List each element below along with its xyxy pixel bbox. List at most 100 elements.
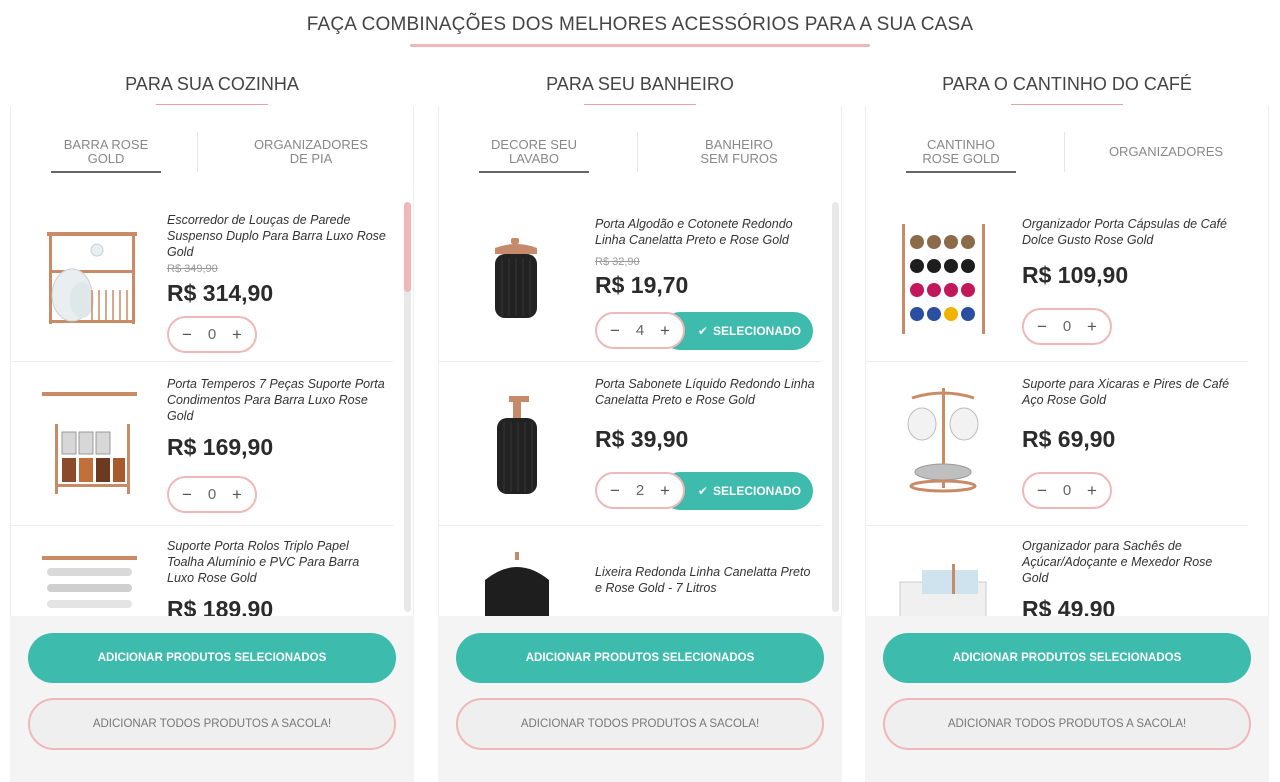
dish-rack-image: [47, 232, 137, 324]
tab-label: BANHEIRO SEM FUROS: [700, 137, 778, 166]
paper-roll-holder-image: [42, 556, 137, 608]
product-price: R$ 189,90: [167, 596, 274, 616]
sachet-organizer-image: [899, 564, 987, 616]
tab-decore-seu-lavabo[interactable]: DECORE SEU LAVABO: [439, 138, 629, 182]
product-price: R$ 49,90: [1022, 596, 1116, 616]
add-selected-button[interactable]: ADICIONAR PRODUTOS SELECIONADOS: [883, 633, 1251, 683]
product-price: R$ 314,90: [167, 280, 274, 306]
tab-organizadores-de-pia[interactable]: ORGANIZADORES DE PIA: [211, 138, 411, 182]
product-list[interactable]: Escorredor de Louças de Parede Suspenso …: [10, 198, 414, 616]
add-all-button[interactable]: ADICIONAR TODOS PRODUTOS A SACOLA!: [28, 698, 396, 750]
check-icon: ✔: [697, 484, 708, 498]
product-name[interactable]: Porta Algodão e Cotonete Redondo Linha C…: [595, 216, 815, 248]
product-name[interactable]: Organizador Porta Cápsulas de Café Dolce…: [1022, 216, 1242, 248]
plus-icon[interactable]: +: [229, 485, 245, 505]
column-title: PARA O CANTINHO DO CAFÉ: [942, 74, 1192, 94]
list-scrollbar[interactable]: [404, 202, 411, 612]
plus-icon[interactable]: +: [657, 321, 673, 341]
product-list[interactable]: Organizador Porta Cápsulas de Café Dolce…: [865, 198, 1269, 616]
product-price: R$ 109,90: [1022, 262, 1129, 288]
column-title: PARA SEU BANHEIRO: [546, 74, 734, 94]
quantity-value[interactable]: 2: [636, 482, 644, 499]
check-icon: ✔: [697, 324, 708, 338]
quantity-value[interactable]: 0: [1063, 318, 1071, 335]
column-title-underline: [156, 104, 268, 105]
column-cafe: PARA O CANTINHO DO CAFÉ CANTINHO ROSE GO…: [865, 74, 1269, 782]
old-price: R$ 349,90: [167, 263, 218, 275]
list-scrollbar[interactable]: [832, 202, 839, 612]
minus-icon[interactable]: −: [1034, 317, 1050, 337]
tab-bar: BARRA ROSE GOLD ORGANIZADORES DE PIA: [10, 106, 414, 198]
product-price: R$ 169,90: [167, 434, 274, 460]
column-panel: CANTINHO ROSE GOLD ORGANIZADORES Organiz…: [865, 106, 1269, 782]
scrollbar-thumb[interactable]: [832, 202, 839, 462]
cup-holder-image: [907, 388, 979, 493]
quantity-stepper: − 0 +: [1022, 472, 1112, 509]
list-item: Porta Algodão e Cotonete Redondo Linha C…: [439, 198, 821, 362]
plus-icon[interactable]: +: [1084, 317, 1100, 337]
tab-label: ORGANIZADORES: [1108, 144, 1224, 159]
add-selected-button[interactable]: ADICIONAR PRODUTOS SELECIONADOS: [456, 633, 824, 683]
plus-icon[interactable]: +: [657, 481, 673, 501]
column-title-underline: [1011, 104, 1123, 105]
trash-bin-image: [485, 552, 549, 616]
column-footer: ADICIONAR PRODUTOS SELECIONADOS ADICIONA…: [10, 616, 414, 782]
list-item: Organizador Porta Cápsulas de Café Dolce…: [866, 198, 1248, 362]
tab-label: ORGANIZADORES DE PIA: [253, 137, 369, 166]
tab-banheiro-sem-furos[interactable]: BANHEIRO SEM FUROS: [639, 138, 839, 182]
tab-organizadores[interactable]: ORGANIZADORES: [1066, 145, 1266, 189]
quantity-stepper: − 0 +: [167, 316, 257, 353]
tab-cantinho-rose-gold[interactable]: CANTINHO ROSE GOLD: [866, 138, 1056, 182]
tab-divider: [197, 132, 198, 172]
selected-quantity-group: − 2 + ✔ SELECIONADO: [595, 472, 813, 510]
column-title: PARA SUA COZINHA: [125, 74, 299, 94]
scrollbar-thumb[interactable]: [404, 202, 411, 292]
product-name[interactable]: Escorredor de Louças de Parede Suspenso …: [167, 212, 387, 260]
list-item: Escorredor de Louças de Parede Suspenso …: [11, 198, 393, 362]
column-footer: ADICIONAR PRODUTOS SELECIONADOS ADICIONA…: [865, 616, 1269, 782]
product-name[interactable]: Porta Temperos 7 Peças Suporte Porta Con…: [167, 376, 387, 424]
quantity-value[interactable]: 4: [636, 322, 644, 339]
quantity-value[interactable]: 0: [208, 326, 216, 343]
column-panel: BARRA ROSE GOLD ORGANIZADORES DE PIA Esc…: [10, 106, 414, 782]
column-footer: ADICIONAR PRODUTOS SELECIONADOS ADICIONA…: [438, 616, 842, 782]
add-selected-button[interactable]: ADICIONAR PRODUTOS SELECIONADOS: [28, 633, 396, 683]
capsule-holder-image: [902, 224, 985, 334]
quantity-stepper: − 4 +: [595, 312, 685, 349]
minus-icon[interactable]: −: [1034, 481, 1050, 501]
tab-bar: CANTINHO ROSE GOLD ORGANIZADORES: [865, 106, 1269, 198]
quantity-value[interactable]: 0: [208, 486, 216, 503]
tab-divider: [1064, 132, 1065, 172]
quantity-stepper: − 0 +: [1022, 308, 1112, 345]
minus-icon[interactable]: −: [179, 485, 195, 505]
soap-dispenser-image: [497, 396, 537, 494]
add-all-button[interactable]: ADICIONAR TODOS PRODUTOS A SACOLA!: [883, 698, 1251, 750]
minus-icon[interactable]: −: [607, 321, 623, 341]
tab-divider: [637, 132, 638, 172]
product-name[interactable]: Lixeira Redonda Linha Canelatta Preto e …: [595, 564, 815, 596]
minus-icon[interactable]: −: [607, 481, 623, 501]
quantity-stepper: − 2 +: [595, 472, 685, 509]
product-list[interactable]: Porta Algodão e Cotonete Redondo Linha C…: [438, 198, 842, 616]
minus-icon[interactable]: −: [179, 325, 195, 345]
plus-icon[interactable]: +: [229, 325, 245, 345]
list-item: Porta Sabonete Líquido Redondo Linha Can…: [439, 362, 821, 526]
title-underline: [410, 44, 870, 47]
column-panel: DECORE SEU LAVABO BANHEIRO SEM FUROS Por…: [438, 106, 842, 782]
selected-quantity-group: − 4 + ✔ SELECIONADO: [595, 312, 813, 350]
plus-icon[interactable]: +: [1084, 481, 1100, 501]
quantity-value[interactable]: 0: [1063, 482, 1071, 499]
product-name[interactable]: Suporte Porta Rolos Triplo Papel Toalha …: [167, 538, 387, 586]
add-all-button[interactable]: ADICIONAR TODOS PRODUTOS A SACOLA!: [456, 698, 824, 750]
page-title: FAÇA COMBINAÇÕES DOS MELHORES ACESSÓRIOS…: [306, 14, 974, 35]
old-price: R$ 32,90: [595, 256, 640, 268]
product-name[interactable]: Porta Sabonete Líquido Redondo Linha Can…: [595, 376, 815, 408]
tab-label: DECORE SEU LAVABO: [479, 138, 589, 173]
column-title-underline: [584, 104, 696, 105]
product-name[interactable]: Suporte para Xicaras e Pires de Café Aço…: [1022, 376, 1242, 408]
list-item: Lixeira Redonda Linha Canelatta Preto e …: [439, 526, 821, 616]
list-item: Suporte para Xicaras e Pires de Café Aço…: [866, 362, 1248, 526]
product-name[interactable]: Organizador para Sachês de Açúcar/Adoçan…: [1022, 538, 1242, 586]
tab-label: BARRA ROSE GOLD: [51, 138, 161, 173]
tab-barra-rose-gold[interactable]: BARRA ROSE GOLD: [11, 138, 201, 182]
